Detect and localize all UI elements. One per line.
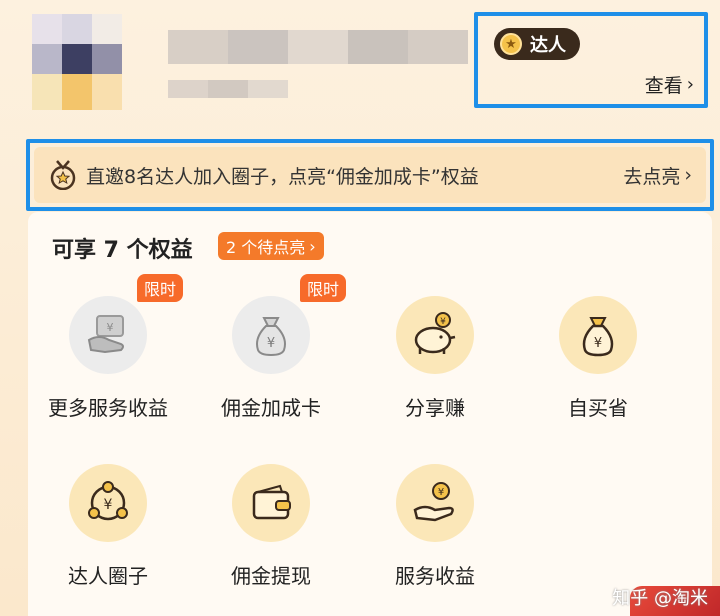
money-bag-icon: ¥ (582, 317, 614, 357)
svg-text:¥: ¥ (107, 321, 114, 334)
benefit-label: 自买省 (568, 396, 628, 420)
benefits-card: 可享 7 个权益 2 个待点亮 › 限时 ¥ 更多服务收益 限时 ¥ 佣金加成卡 (28, 212, 712, 616)
benefit-expert-circle[interactable]: ¥ 达人圈子 (28, 464, 188, 589)
benefit-label: 达人圈子 (68, 564, 148, 588)
benefit-icon-wrap: ¥ (396, 464, 474, 542)
view-link-label: 查看 (644, 75, 683, 97)
light-up-link[interactable]: 去点亮 › (623, 162, 692, 189)
watermark: 知乎 @淘米 (612, 588, 708, 609)
benefit-label: 佣金提现 (231, 564, 311, 588)
benefits-title: 可享 7 个权益 (52, 238, 193, 263)
light-up-label: 去点亮 (623, 165, 681, 188)
benefit-share-earn[interactable]: ¥ 分享赚 (355, 296, 515, 421)
wallet-icon (252, 484, 291, 520)
benefit-icon-wrap: ¥ (396, 296, 474, 374)
hand-card-icon: ¥ (87, 315, 124, 354)
limited-tag: 限时 (136, 274, 183, 302)
avatar[interactable] (32, 14, 122, 110)
benefit-self-buy-save[interactable]: ¥ 自买省 (518, 296, 678, 421)
invite-banner-box: 直邀8名达人加入圈子，点亮“佣金加成卡”权益 去点亮 › (26, 139, 714, 211)
svg-text:¥: ¥ (438, 487, 444, 498)
chevron-right-icon: › (684, 164, 692, 186)
svg-text:¥: ¥ (594, 336, 602, 351)
chevron-right-icon: › (686, 74, 694, 95)
benefit-icon-wrap (232, 464, 310, 542)
chevron-right-icon: › (309, 236, 316, 256)
benefit-label: 佣金加成卡 (221, 396, 321, 420)
banner-text: 直邀8名达人加入圈子，点亮“佣金加成卡”权益 (86, 165, 479, 188)
benefit-icon-wrap: 限时 ¥ (232, 274, 346, 374)
benefit-icon-wrap: ¥ (69, 464, 147, 542)
svg-text:¥: ¥ (440, 317, 446, 327)
user-subtitle-blurred (168, 80, 288, 98)
coin-hand-icon: ¥ (413, 482, 454, 522)
medal-icon (50, 160, 76, 191)
benefit-icon-wrap: 限时 ¥ (69, 274, 183, 374)
benefit-commission-boost-card[interactable]: 限时 ¥ 佣金加成卡 (191, 274, 351, 421)
money-bag-icon: ¥ (256, 317, 286, 357)
level-badge-label: 达人 (530, 35, 566, 56)
pending-tag-label: 2 个待点亮 (226, 238, 306, 257)
benefit-label: 更多服务收益 (48, 396, 168, 420)
benefit-service-income[interactable]: ¥ 服务收益 (355, 464, 515, 589)
piggy-bank-icon: ¥ (414, 312, 456, 354)
benefit-icon-wrap: ¥ (559, 296, 637, 374)
level-badge-box[interactable]: ★ 达人 查看 › (474, 12, 708, 108)
svg-text:¥: ¥ (267, 336, 275, 351)
username-blurred (168, 30, 468, 64)
svg-text:¥: ¥ (104, 497, 113, 513)
benefit-more-service-income[interactable]: 限时 ¥ 更多服务收益 (28, 274, 188, 421)
benefit-label: 分享赚 (405, 396, 465, 420)
circle-network-icon: ¥ (88, 481, 128, 521)
level-badge: ★ 达人 (494, 28, 580, 60)
pending-tag[interactable]: 2 个待点亮 › (218, 232, 324, 260)
invite-banner[interactable]: 直邀8名达人加入圈子，点亮“佣金加成卡”权益 去点亮 › (34, 147, 706, 203)
view-link[interactable]: 查看 › (645, 71, 694, 98)
star-medal-icon: ★ (500, 33, 522, 55)
benefit-label: 服务收益 (395, 564, 475, 588)
limited-tag: 限时 (299, 274, 346, 302)
benefit-commission-withdraw[interactable]: 佣金提现 (191, 464, 351, 589)
